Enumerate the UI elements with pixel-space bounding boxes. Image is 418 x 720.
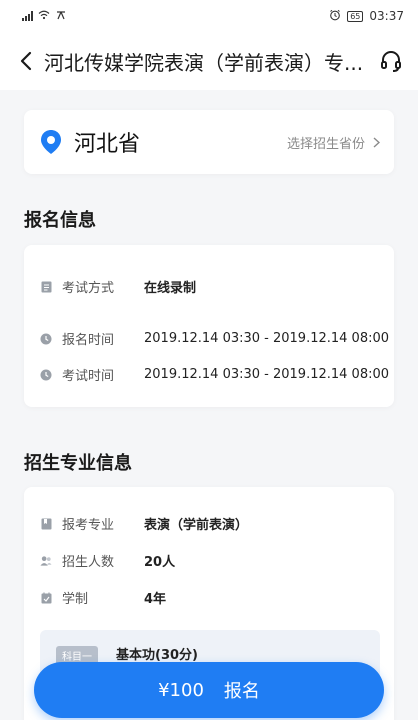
enrollment-value: 20人 [144, 555, 176, 570]
duration-value: 4年 [144, 592, 167, 607]
info-row: 招生人数 20人 [40, 551, 175, 570]
chevron-right-icon [373, 136, 380, 148]
people-icon [40, 555, 52, 567]
duration-label: 学制 [62, 592, 89, 607]
clock-icon [40, 333, 52, 345]
price-label: ¥100 [158, 679, 204, 701]
exam-time-value: 2019.12.14 03:30 - 2019.12.14 08:00 [144, 367, 390, 382]
signal-icon [22, 11, 33, 21]
info-row: 考试时间 2019.12.14 03:30 - 2019.12.14 08:00 [40, 365, 389, 384]
headset-icon [381, 51, 401, 72]
registration-section-title: 报名信息 [24, 210, 96, 231]
major-label: 报考专业 [62, 518, 115, 533]
select-province-link[interactable]: 选择招生省份 [287, 133, 380, 152]
alarm-icon [329, 9, 341, 24]
status-bar: 65 03:37 [0, 0, 418, 32]
registration-time-value: 2019.12.14 03:30 - 2019.12.14 08:00 [144, 331, 390, 346]
wifi-icon [38, 9, 50, 23]
back-button[interactable] [14, 49, 38, 73]
location-pin-icon [41, 130, 61, 154]
chevron-left-icon [20, 51, 32, 71]
info-row: 报名时间 2019.12.14 03:30 - 2019.12.14 08:00 [40, 329, 389, 348]
registration-time-label: 报名时间 [62, 333, 115, 348]
select-province-label: 选择招生省份 [286, 136, 365, 152]
subject-name: 基本功(30分) [116, 648, 198, 663]
major-value: 表演（学前表演） [144, 518, 249, 533]
registration-info-card: 考试方式 在线录制 报名时间 2019.12.14 03:30 - 2019.1… [24, 245, 394, 407]
battery-icon: 65 [347, 10, 364, 22]
document-icon [40, 281, 52, 293]
exam-time-label: 考试时间 [62, 369, 115, 384]
province-name: 河北省 [74, 132, 141, 157]
exam-method-value: 在线录制 [144, 281, 197, 296]
info-row: 考试方式 在线录制 [40, 277, 196, 296]
customer-service-button[interactable] [376, 46, 406, 76]
info-row: 报考专业 表演（学前表演） [40, 514, 248, 533]
bookmark-icon [40, 518, 52, 530]
province-selector[interactable]: 河北省 选择招生省份 [24, 110, 394, 174]
enrollment-label: 招生人数 [62, 555, 115, 570]
status-left [22, 9, 67, 23]
notification-icon [55, 9, 67, 23]
status-right: 65 03:37 [329, 9, 404, 24]
register-button[interactable]: ¥100 报名 [34, 662, 384, 718]
register-label: 报名 [223, 681, 260, 702]
screen: 65 03:37 河北传媒学院表演（学前表演）专... 河北省 选择招生省份 报… [0, 0, 418, 720]
major-section-title: 招生专业信息 [24, 453, 132, 474]
navigation-bar: 河北传媒学院表演（学前表演）专... [0, 32, 418, 90]
page-title: 河北传媒学院表演（学前表演）专... [44, 50, 364, 75]
clock-icon [40, 369, 52, 381]
exam-method-label: 考试方式 [62, 281, 115, 296]
info-row: 学制 4年 [40, 588, 166, 607]
calendar-icon [40, 592, 52, 604]
status-time: 03:37 [369, 9, 404, 23]
